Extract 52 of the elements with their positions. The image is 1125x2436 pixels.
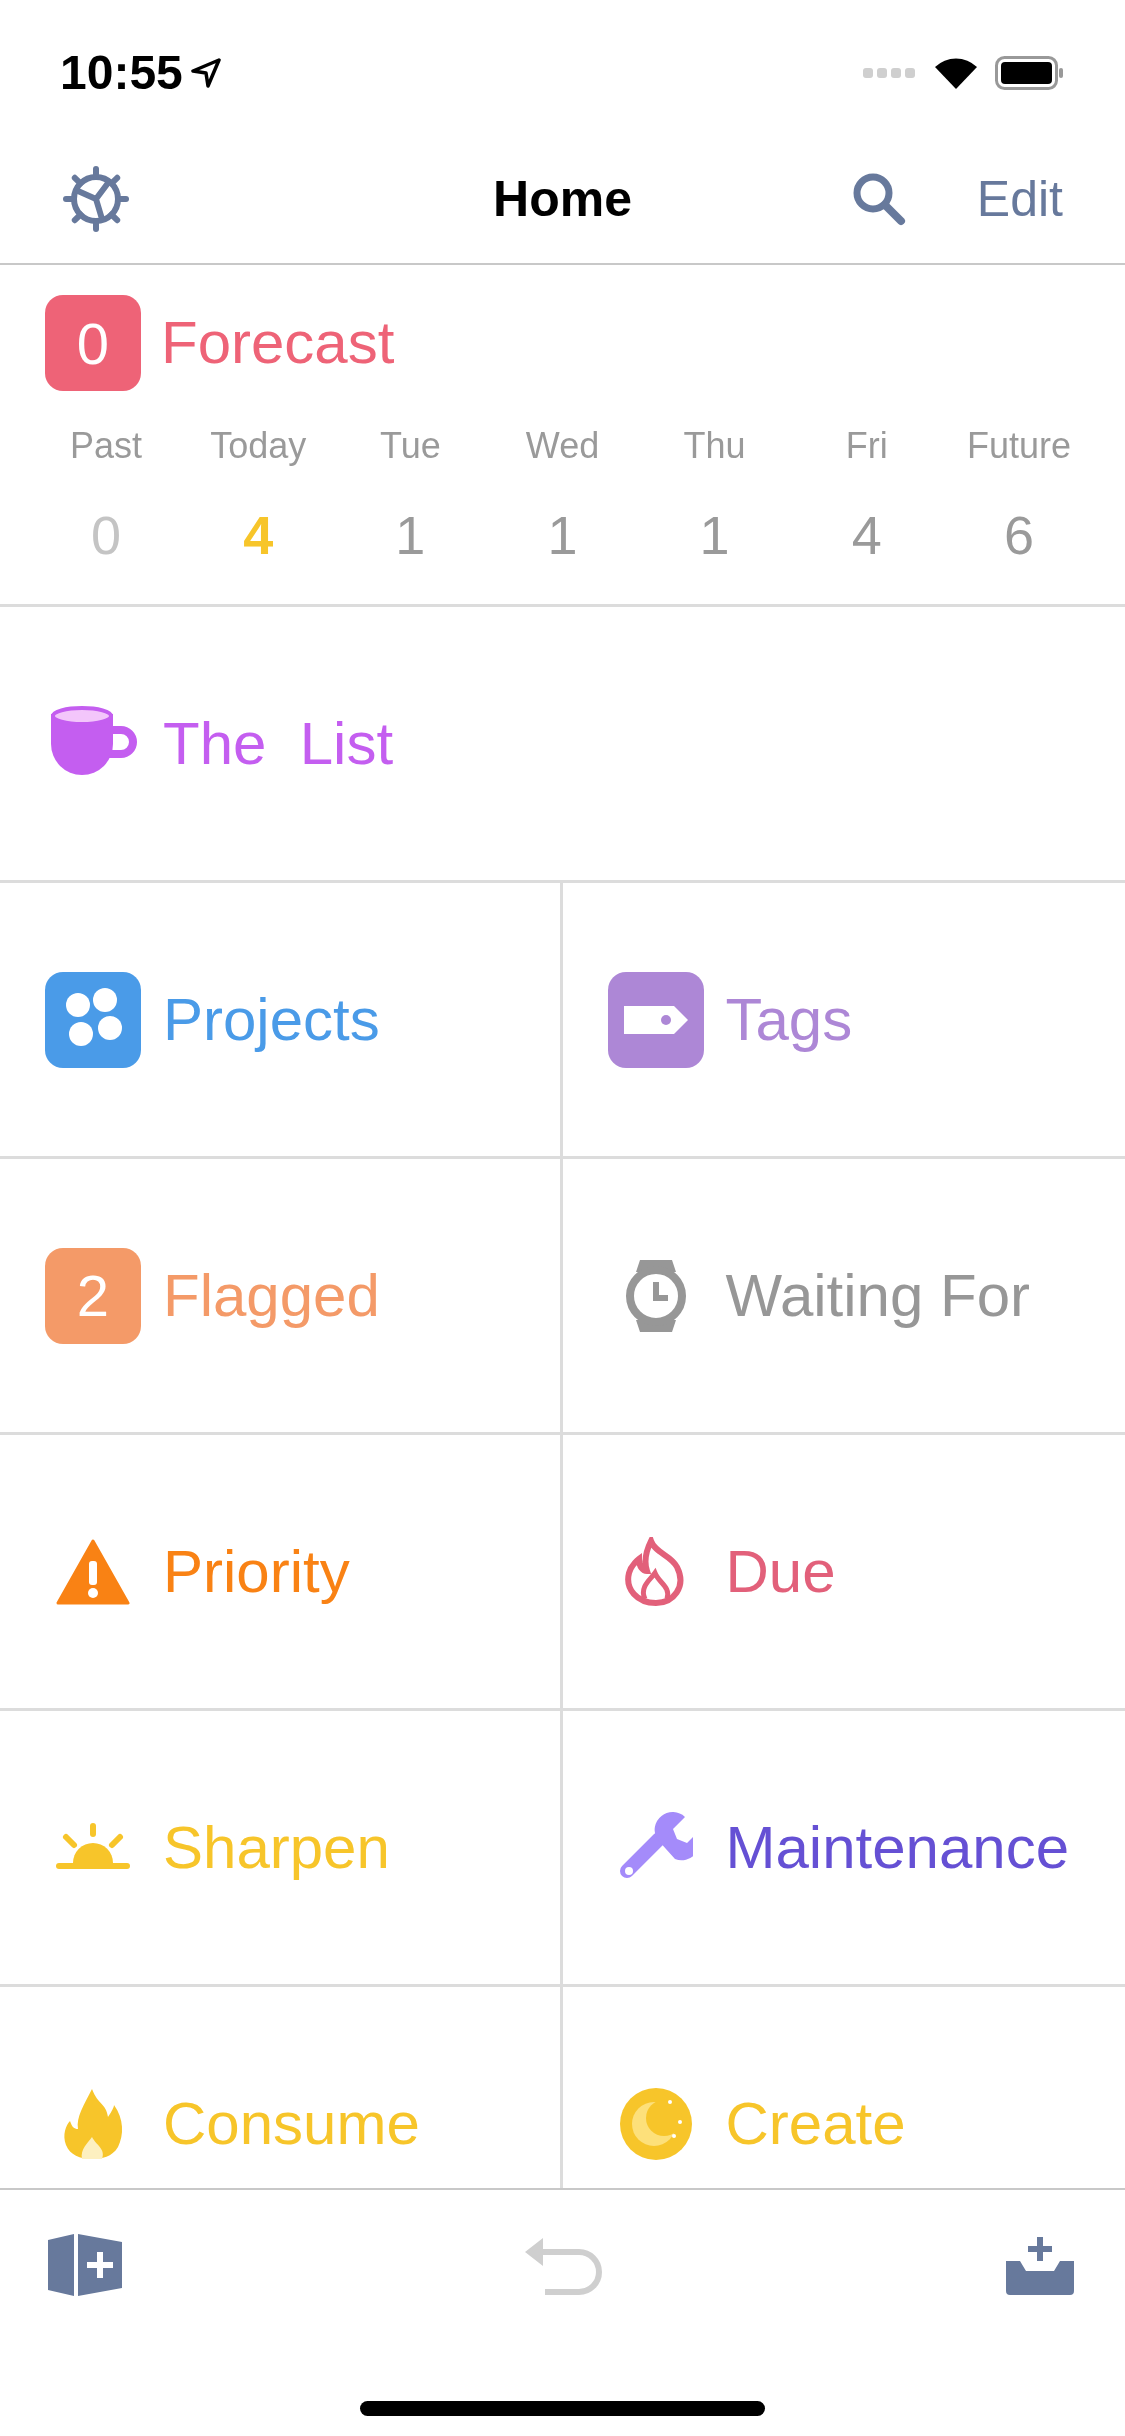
perspective-label: Projects (163, 984, 380, 1055)
day-label: Thu (683, 424, 746, 468)
perspective-label: Due (725, 1536, 836, 1607)
tag-icon (607, 971, 704, 1068)
featured-tile[interactable]: The List (0, 607, 1125, 883)
perspective-label: Tags (725, 984, 853, 1055)
count-badge: 0 (45, 295, 141, 391)
edit-button[interactable]: Edit (976, 161, 1063, 237)
day-label: Future (966, 424, 1071, 468)
perspective-tile[interactable]: Tags (562, 883, 1125, 1159)
day-count: 4 (851, 504, 882, 567)
day-label: Tue (380, 424, 441, 468)
forecast-title: Forecast (161, 308, 395, 378)
perspective-label: Sharpen (163, 1812, 390, 1883)
wifi-icon (935, 56, 977, 89)
perspective-tile[interactable]: Create (562, 1987, 1125, 2188)
perspective-label: Waiting For (725, 1260, 1030, 1331)
perspective-tile[interactable]: Due (562, 1435, 1125, 1711)
status-time: 10:55 (60, 44, 183, 101)
signal-icon (863, 65, 917, 80)
dots-icon (45, 971, 141, 1068)
perspective-label: Priority (163, 1536, 350, 1607)
day-label: Today (210, 424, 307, 468)
day-count: 1 (547, 504, 578, 567)
battery-icon (995, 55, 1065, 90)
settings-button[interactable] (62, 165, 130, 233)
day-count: 0 (91, 504, 122, 567)
perspective-label: Consume (163, 2088, 420, 2159)
screen-title: Home (493, 169, 632, 229)
perspective-tile[interactable]: Waiting For (562, 1159, 1125, 1435)
watch-icon (623, 1257, 688, 1334)
forecast-panel[interactable]: 0 Forecast Past 0 Today 4 Tue 1 Wed 1 Thu 1 Fri 4 Future 6 (0, 265, 1125, 607)
location-arrow-icon (190, 57, 221, 88)
day-label: Wed (525, 424, 600, 468)
day-count: 1 (699, 504, 730, 567)
day-count: 4 (243, 504, 274, 567)
perspective-tile[interactable]: Sharpen (0, 1711, 563, 1987)
count-badge: 2 (45, 1247, 141, 1344)
perspective-label: Maintenance (725, 1812, 1070, 1883)
perspective-label: Flagged (163, 1260, 380, 1331)
perspective-tile[interactable]: Projects (0, 883, 563, 1159)
day-label: Fri (845, 424, 888, 468)
warning-icon (56, 1538, 130, 1605)
perspective-label: The List (163, 708, 394, 779)
perspective-tile[interactable]: 2 Flagged (0, 1159, 563, 1435)
day-count: 1 (395, 504, 426, 567)
perspective-label: Create (725, 2088, 906, 2159)
day-label: Past (70, 424, 143, 468)
day-count: 6 (1003, 504, 1034, 567)
perspective-tile[interactable]: Priority (0, 1435, 563, 1711)
moon-icon (619, 2087, 692, 2160)
perspective-tile[interactable]: Maintenance (562, 1711, 1125, 1987)
